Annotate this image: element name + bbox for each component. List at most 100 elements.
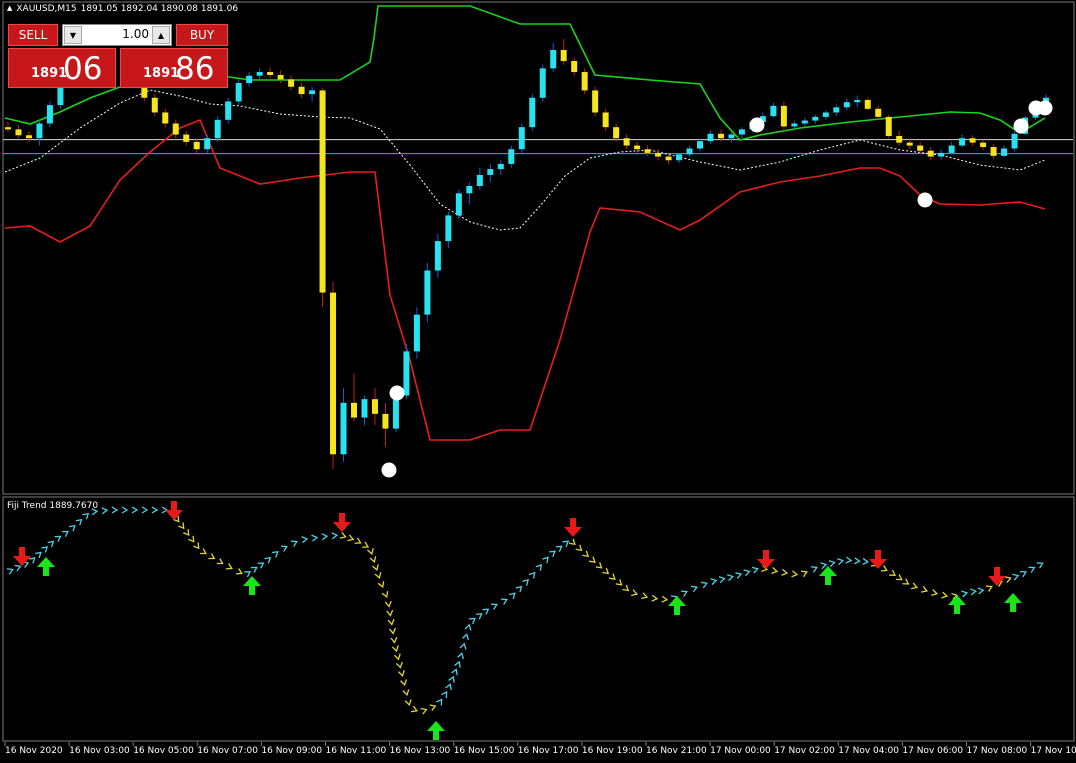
candle-body xyxy=(455,193,462,216)
indicator-pane-frame xyxy=(2,496,1075,742)
trend-up-marker xyxy=(977,587,985,595)
trend-up-marker xyxy=(690,585,699,593)
trend-down-marker xyxy=(178,522,185,530)
trend-up-marker xyxy=(454,660,461,668)
sell-button[interactable]: SELL xyxy=(8,24,58,46)
trend-down-marker xyxy=(391,645,399,653)
trend-up-marker xyxy=(1012,573,1020,581)
collapse-triangle-icon[interactable]: ▲ xyxy=(7,4,12,14)
trend-down-marker xyxy=(381,590,389,599)
lot-size-input[interactable]: ▼ 1.00 ▲ xyxy=(62,24,172,46)
trend-up-marker xyxy=(522,579,529,586)
lot-increase-icon[interactable]: ▲ xyxy=(152,26,170,44)
trend-up-marker xyxy=(331,532,339,540)
trend-up-marker xyxy=(710,578,718,586)
time-tick-label: 17 Nov 04:00 xyxy=(838,746,899,756)
time-tick-label: 16 Nov 07:00 xyxy=(197,746,258,756)
buy-price-button[interactable]: 1891 86 xyxy=(120,48,228,88)
trend-down-marker xyxy=(393,653,401,661)
trend-up-marker xyxy=(853,557,861,565)
sell-price-handle: 1891 xyxy=(31,66,68,81)
time-tick-label: 17 Nov 06:00 xyxy=(902,746,964,756)
trend-down-marker xyxy=(985,585,993,592)
trend-down-marker xyxy=(588,556,596,563)
candle-body xyxy=(413,314,420,352)
candle-body xyxy=(707,133,714,142)
candle-body xyxy=(812,116,819,121)
time-tick-label: 16 Nov 05:00 xyxy=(133,746,194,756)
trend-down-marker xyxy=(921,586,929,593)
trend-down-marker xyxy=(931,589,939,597)
time-tick-label: 16 Nov 2020 xyxy=(5,746,63,756)
trend-down-marker xyxy=(410,705,419,713)
trend-up-marker xyxy=(459,642,467,650)
price-chart-svg[interactable] xyxy=(0,0,1076,763)
trend-up-marker xyxy=(751,566,759,574)
buy-price-handle: 1891 xyxy=(143,66,180,81)
candle-body xyxy=(204,138,211,150)
candle-body xyxy=(361,399,368,418)
trend-down-marker xyxy=(420,707,428,715)
trend-up-marker xyxy=(961,590,969,598)
candle-body xyxy=(392,395,399,429)
trend-up-marker xyxy=(810,566,818,573)
middle-band-line xyxy=(4,89,1046,231)
trend-down-marker xyxy=(575,544,583,552)
trend-down-marker xyxy=(386,609,394,617)
trend-down-marker xyxy=(661,595,669,603)
candle-body xyxy=(225,101,232,120)
trend-up-marker xyxy=(828,560,836,568)
candle-body xyxy=(969,138,976,143)
candle-body xyxy=(319,90,326,293)
candle-body xyxy=(5,127,11,130)
signal-dot xyxy=(917,192,933,208)
trend-up-marker xyxy=(1020,570,1028,578)
buy-price-pips: 86 xyxy=(175,51,215,87)
chart-root[interactable]: ▲ XAUUSD,M15 1891.05 1892.04 1890.08 189… xyxy=(0,0,1076,763)
candle-body xyxy=(172,123,179,135)
time-tick-label: 17 Nov 00:00 xyxy=(710,746,771,756)
time-tick-label: 16 Nov 03:00 xyxy=(69,746,130,756)
trend-down-marker xyxy=(615,579,623,586)
candle-body xyxy=(518,127,525,150)
trend-down-marker xyxy=(880,565,888,572)
sell-signal-arrow-icon xyxy=(564,518,582,537)
trend-down-marker xyxy=(183,529,190,536)
candle-body xyxy=(791,123,798,127)
trend-down-marker xyxy=(641,592,649,600)
trend-up-marker xyxy=(141,506,149,514)
candle-body xyxy=(728,134,735,139)
trend-down-marker xyxy=(622,584,630,592)
candle-body xyxy=(927,150,934,157)
trend-up-marker xyxy=(845,556,853,564)
candle-body xyxy=(875,108,882,117)
candle-body xyxy=(980,142,987,148)
candle-body xyxy=(256,72,263,76)
trend-up-marker xyxy=(1028,566,1036,573)
candle-body xyxy=(151,97,158,113)
buy-button[interactable]: BUY xyxy=(176,24,228,46)
sell-price-button[interactable]: 1891 06 xyxy=(8,48,116,88)
ohlc-label: 1891.05 1892.04 1890.08 1891.06 xyxy=(80,4,239,14)
candle-body xyxy=(938,152,945,157)
candle-body xyxy=(854,99,861,103)
candle-body xyxy=(46,105,53,124)
trend-up-marker xyxy=(820,562,828,570)
time-tick-label: 16 Nov 11:00 xyxy=(325,746,387,756)
buy-signal-arrow-icon xyxy=(948,595,966,614)
trend-down-marker xyxy=(200,548,207,555)
trend-down-marker xyxy=(1004,576,1012,583)
time-tick-label: 17 Nov 08:00 xyxy=(966,746,1028,756)
trend-down-marker xyxy=(367,548,374,556)
candle-body xyxy=(214,119,221,139)
trend-up-marker xyxy=(441,691,448,698)
candle-body xyxy=(990,147,997,156)
trend-down-marker xyxy=(397,670,405,678)
candle-body xyxy=(959,138,966,146)
buy-signal-arrow-icon xyxy=(243,576,261,595)
candle-body xyxy=(864,99,871,109)
buy-signal-arrow-icon xyxy=(1004,593,1022,612)
lot-decrease-icon[interactable]: ▼ xyxy=(64,26,82,44)
lot-size-value[interactable]: 1.00 xyxy=(85,27,149,41)
sell-signal-arrow-icon xyxy=(757,550,775,569)
